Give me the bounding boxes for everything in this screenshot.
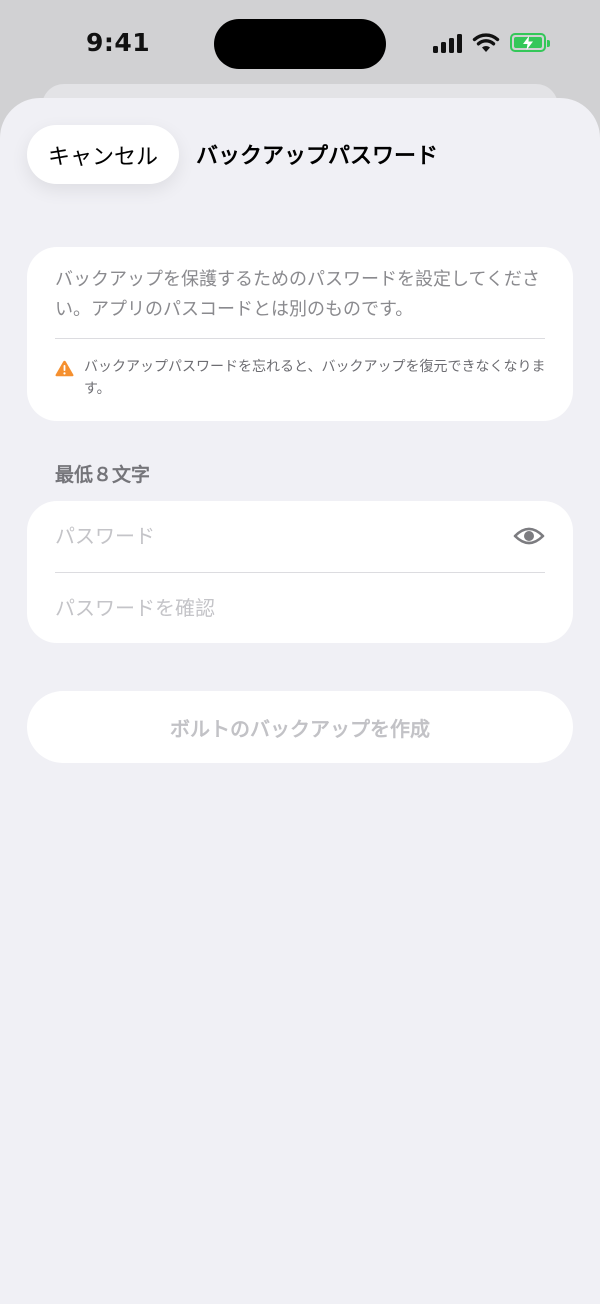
password-field-row <box>55 501 545 571</box>
warning-triangle-icon <box>55 360 74 377</box>
warning-text: バックアップパスワードを忘れると、バックアップを復元できなくなります。 <box>84 359 546 397</box>
divider <box>55 338 545 339</box>
status-time: 9:41 <box>86 28 151 57</box>
cancel-button[interactable]: キャンセル <box>27 125 179 184</box>
dynamic-island <box>214 19 386 69</box>
password-requirement-label: 最低８文字 <box>55 464 151 486</box>
warning-row: バックアップパスワードを忘れると、バックアップを復元できなくなります。 <box>55 356 549 400</box>
confirm-field-row <box>55 573 545 643</box>
battery-charging-icon <box>510 33 550 52</box>
eye-icon[interactable] <box>513 525 545 547</box>
confirm-password-input[interactable] <box>55 596 545 620</box>
sheet-title: バックアップパスワード <box>196 144 439 169</box>
password-input[interactable] <box>55 524 513 548</box>
status-bar: 9:41 <box>0 0 600 90</box>
cellular-signal-icon <box>433 33 462 53</box>
create-vault-backup-button[interactable]: ボルトのバックアップを作成 <box>27 691 573 763</box>
wifi-icon <box>472 33 500 52</box>
info-description: バックアップを保護するためのパスワードを設定してください。アプリのパスコードとは… <box>55 269 540 320</box>
status-icons <box>433 32 550 53</box>
password-fields-card <box>27 501 573 643</box>
info-card: バックアップを保護するためのパスワードを設定してください。アプリのパスコードとは… <box>27 247 573 421</box>
backup-password-sheet: キャンセル バックアップパスワード バックアップを保護するためのパスワードを設定… <box>0 98 600 1304</box>
